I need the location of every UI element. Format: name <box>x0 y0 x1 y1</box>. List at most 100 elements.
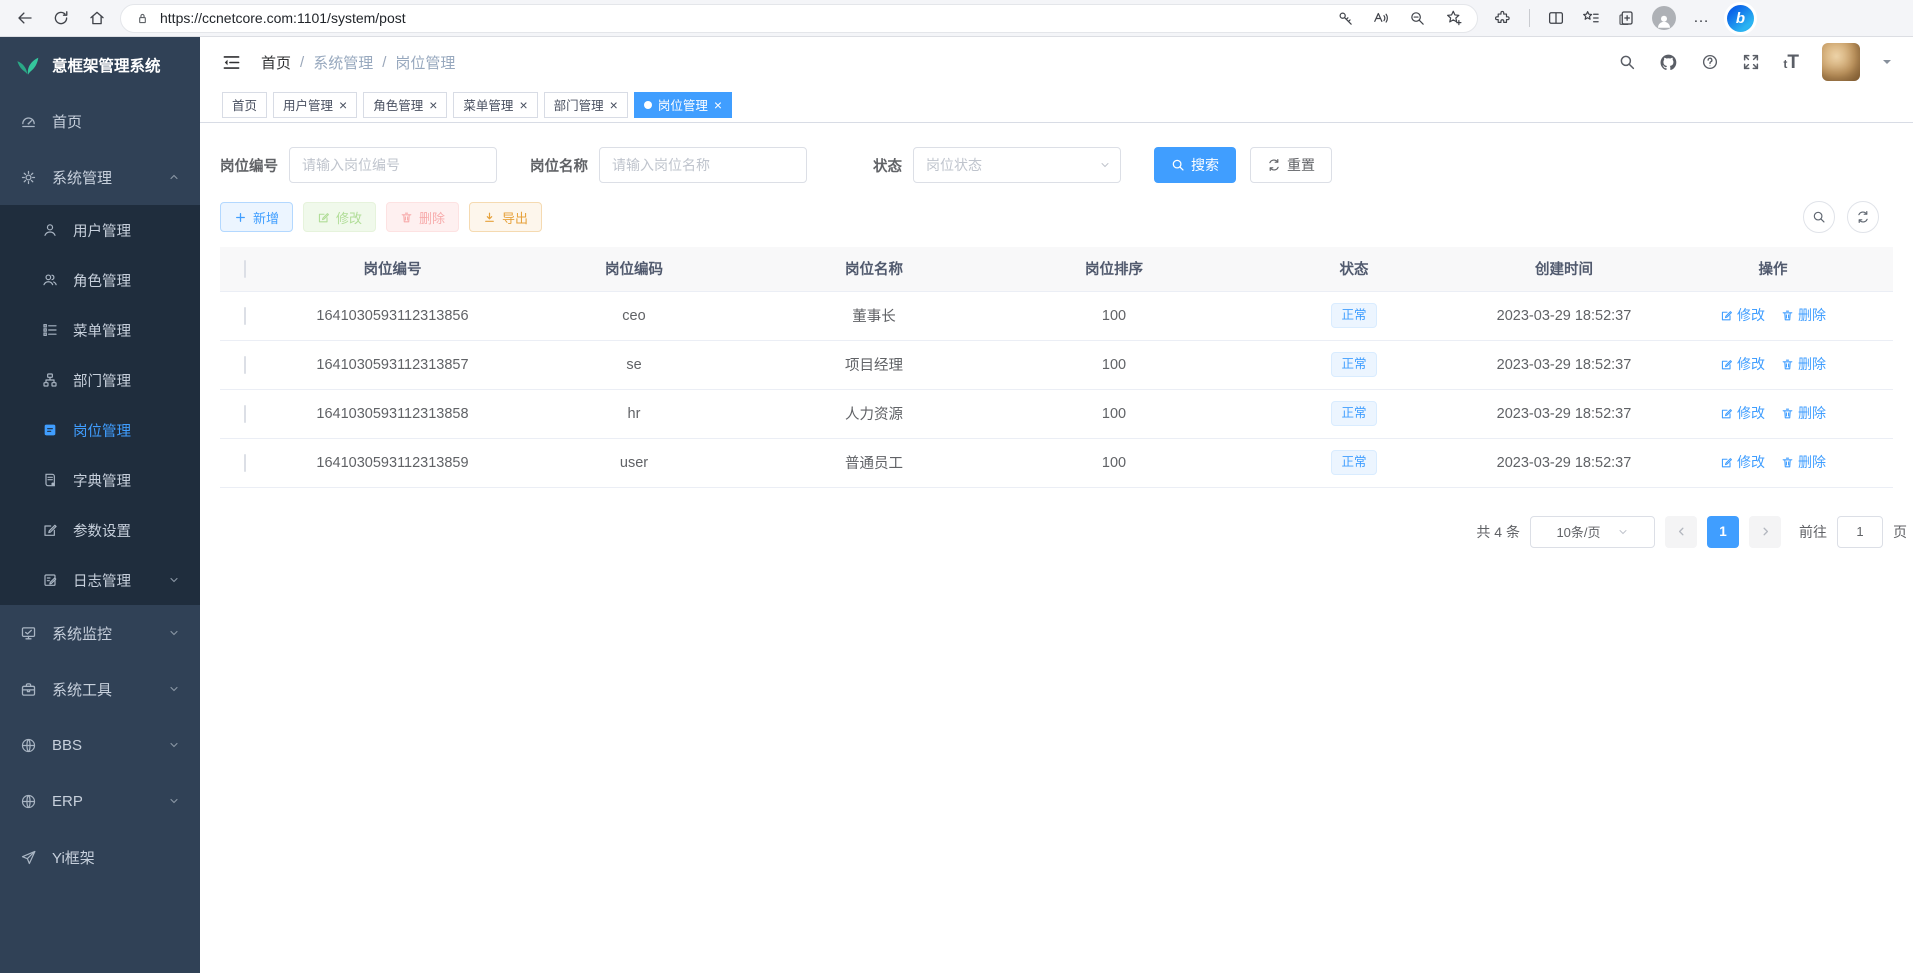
status-badge: 正常 <box>1331 303 1376 328</box>
breadcrumb-home[interactable]: 首页 <box>261 52 291 73</box>
sidebar-item-home[interactable]: 首页 <box>0 93 200 149</box>
sidebar-item-dictionary[interactable]: 字典管理 <box>0 455 200 505</box>
tab-home[interactable]: 首页 <box>222 92 267 118</box>
help-icon[interactable] <box>1701 53 1719 71</box>
search-icon[interactable] <box>1618 53 1636 71</box>
sidebar-item-menus[interactable]: 菜单管理 <box>0 305 200 355</box>
sidebar-item-parameters[interactable]: 参数设置 <box>0 505 200 555</box>
browser-right-buttons: … b <box>1494 5 1754 32</box>
url-text[interactable]: https://ccnetcore.com:1101/system/post <box>160 10 1327 26</box>
row-checkbox[interactable] <box>244 405 246 423</box>
toggle-search-icon[interactable] <box>1803 201 1835 233</box>
tab-users[interactable]: 用户管理 × <box>273 92 357 118</box>
sidebar-item-label: 角色管理 <box>73 270 131 291</box>
sidebar-item-bbs[interactable]: BBS <box>0 717 200 773</box>
user-avatar[interactable] <box>1822 43 1860 81</box>
table-row: 1641030593112313859 user 普通员工 100 正常 202… <box>220 438 1893 487</box>
close-icon[interactable]: × <box>519 98 527 112</box>
status-select[interactable]: 岗位状态 <box>913 147 1121 183</box>
tab-label: 部门管理 <box>554 95 604 114</box>
tab-posts-active[interactable]: 岗位管理 × <box>634 92 732 118</box>
row-edit-link[interactable]: 修改 <box>1720 452 1765 472</box>
search-form: 岗位编号 岗位名称 状态 岗位状态 搜索 重置 <box>220 147 1893 183</box>
row-delete-link[interactable]: 删除 <box>1781 354 1826 374</box>
export-button[interactable]: 导出 <box>469 202 542 232</box>
github-icon[interactable] <box>1659 53 1678 72</box>
sidebar-item-system[interactable]: 系统管理 <box>0 149 200 205</box>
sidebar-item-tools[interactable]: 系统工具 <box>0 661 200 717</box>
row-edit-label: 修改 <box>1737 354 1765 374</box>
cell-post-id: 1641030593112313856 <box>270 291 515 340</box>
tab-label: 岗位管理 <box>658 95 708 114</box>
cell-post-name: 董事长 <box>753 291 995 340</box>
active-dot <box>644 101 652 109</box>
post-code-input[interactable] <box>289 147 497 183</box>
split-screen-icon[interactable] <box>1547 9 1565 27</box>
sidebar-item-label: ERP <box>52 793 83 810</box>
menu-fold-icon[interactable] <box>222 53 241 72</box>
row-edit-link[interactable]: 修改 <box>1720 354 1765 374</box>
next-page-button[interactable] <box>1749 516 1781 548</box>
sidebar-item-monitor[interactable]: 系统监控 <box>0 605 200 661</box>
browser-menu-icon[interactable]: … <box>1693 9 1710 27</box>
tab-departments[interactable]: 部门管理 × <box>544 92 628 118</box>
refresh-icon[interactable] <box>46 3 76 33</box>
page-number-1[interactable]: 1 <box>1707 516 1739 548</box>
collections-add-icon[interactable] <box>1617 9 1635 27</box>
delete-button[interactable]: 删除 <box>386 202 459 232</box>
sidebar-item-logs[interactable]: 日志管理 <box>0 555 200 605</box>
fullscreen-icon[interactable] <box>1742 53 1760 71</box>
add-button[interactable]: 新增 <box>220 202 293 232</box>
sidebar-item-users[interactable]: 用户管理 <box>0 205 200 255</box>
menu-tree-icon <box>42 322 58 338</box>
browser-profile-avatar[interactable] <box>1652 6 1676 30</box>
home-icon[interactable] <box>82 3 112 33</box>
row-delete-link[interactable]: 删除 <box>1781 403 1826 423</box>
goto-page-input[interactable] <box>1837 516 1883 548</box>
sidebar-item-erp[interactable]: ERP <box>0 773 200 829</box>
breadcrumb-separator: / <box>300 54 304 71</box>
extensions-puzzle-icon[interactable] <box>1494 9 1512 27</box>
prev-page-button[interactable] <box>1665 516 1697 548</box>
close-icon[interactable]: × <box>714 98 722 112</box>
reset-button-label: 重置 <box>1287 155 1315 175</box>
back-icon[interactable] <box>10 3 40 33</box>
select-all-checkbox[interactable] <box>244 260 246 278</box>
row-edit-link[interactable]: 修改 <box>1720 403 1765 423</box>
favorites-list-icon[interactable] <box>1582 9 1600 27</box>
sidebar-item-departments[interactable]: 部门管理 <box>0 355 200 405</box>
row-delete-link[interactable]: 删除 <box>1781 305 1826 325</box>
read-aloud-icon[interactable] <box>1373 10 1390 27</box>
search-button[interactable]: 搜索 <box>1154 147 1236 183</box>
close-icon[interactable]: × <box>610 98 618 112</box>
tab-roles[interactable]: 角色管理 × <box>363 92 447 118</box>
chevron-down-icon <box>1099 159 1111 171</box>
sidebar-item-posts[interactable]: 岗位管理 <box>0 405 200 455</box>
sidebar-item-yi-framework[interactable]: Yi框架 <box>0 829 200 885</box>
refresh-table-icon[interactable] <box>1847 201 1879 233</box>
edit-button[interactable]: 修改 <box>303 202 376 232</box>
password-key-icon[interactable] <box>1337 10 1354 27</box>
sidebar-item-roles[interactable]: 角色管理 <box>0 255 200 305</box>
avatar-caret-icon[interactable] <box>1883 60 1891 68</box>
bing-chat-icon[interactable]: b <box>1727 5 1754 32</box>
reset-button[interactable]: 重置 <box>1250 147 1332 183</box>
cell-post-id: 1641030593112313859 <box>270 438 515 487</box>
font-size-icon[interactable]: tT <box>1783 53 1799 72</box>
address-bar[interactable]: https://ccnetcore.com:1101/system/post <box>120 4 1478 33</box>
posts-table: 岗位编号 岗位编码 岗位名称 岗位排序 状态 创建时间 操作 164103059… <box>220 247 1893 488</box>
close-icon[interactable]: × <box>429 98 437 112</box>
tab-menus[interactable]: 菜单管理 × <box>453 92 537 118</box>
breadcrumb-system[interactable]: 系统管理 <box>313 52 373 73</box>
row-checkbox[interactable] <box>244 454 246 472</box>
page-size-select[interactable]: 10条/页 <box>1530 516 1655 548</box>
row-checkbox[interactable] <box>244 356 246 374</box>
sidebar-item-label: 系统监控 <box>52 623 112 644</box>
post-name-input[interactable] <box>599 147 807 183</box>
zoom-out-icon[interactable] <box>1409 10 1426 27</box>
row-edit-link[interactable]: 修改 <box>1720 305 1765 325</box>
row-checkbox[interactable] <box>244 307 246 325</box>
close-icon[interactable]: × <box>339 98 347 112</box>
add-favorite-star-icon[interactable] <box>1445 9 1463 27</box>
row-delete-link[interactable]: 删除 <box>1781 452 1826 472</box>
